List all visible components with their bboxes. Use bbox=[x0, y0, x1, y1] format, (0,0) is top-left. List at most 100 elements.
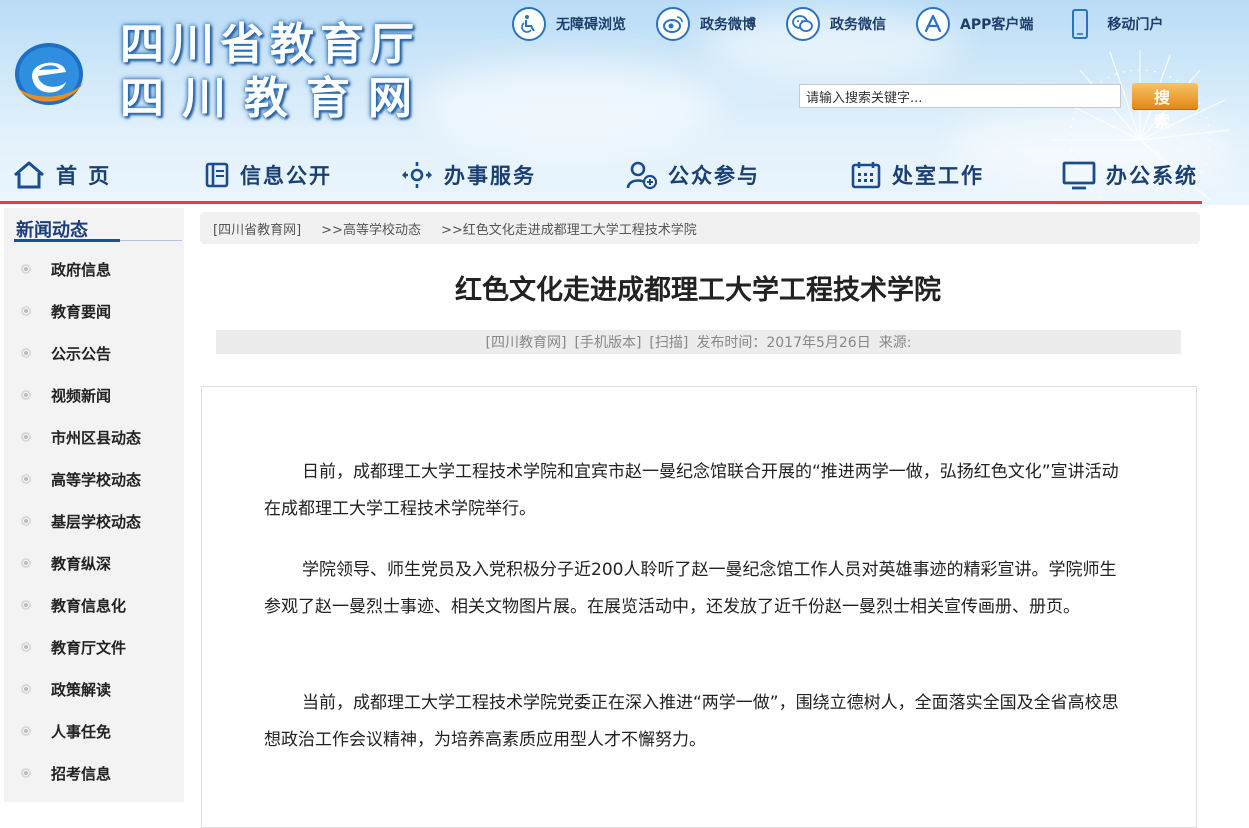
app-client-link[interactable]: APP客户端 bbox=[916, 7, 1033, 41]
breadcrumb-category[interactable]: >>高等学校动态 bbox=[321, 219, 421, 238]
breadcrumb-home[interactable]: [四川省教育网] bbox=[213, 219, 301, 238]
mobile-portal-link[interactable]: 移动门户 bbox=[1063, 7, 1163, 41]
app-client-label: APP客户端 bbox=[960, 17, 1034, 33]
article-paragraph: 当前，成都理工大学工程技术学院党委正在深入推进“两学一做”，围绕立德树人，全面落… bbox=[264, 693, 1119, 750]
sidebar-item-announcements[interactable]: 公示公告 bbox=[4, 332, 184, 374]
nav-office-system-label: 办公系统 bbox=[1106, 164, 1198, 188]
calendar-icon bbox=[851, 162, 881, 189]
bullet-icon bbox=[21, 264, 31, 274]
sidebar: 新闻动态 政府信息 教育要闻 公示公告 视频新闻 市州区县动态 高等学校动态 基… bbox=[4, 208, 184, 802]
sidebar-item-education-news[interactable]: 教育要闻 bbox=[4, 290, 184, 332]
nav-home-label: 首 页 bbox=[56, 164, 112, 188]
nav-department-work[interactable]: 处室工作 bbox=[850, 150, 984, 200]
bullet-icon bbox=[21, 516, 31, 526]
wechat-icon bbox=[786, 7, 820, 41]
sidebar-item-video-news[interactable]: 视频新闻 bbox=[4, 374, 184, 416]
bullet-icon bbox=[21, 684, 31, 694]
sidebar-item-exam-info[interactable]: 招考信息 bbox=[4, 752, 184, 794]
service-icon bbox=[402, 162, 432, 188]
site-header: 四川省教育厅 四川教育网 无障碍浏览 政务微博 政务微信 APP客户端 移动门户… bbox=[0, 0, 1249, 205]
article-title: 红色文化走进成都理工大学工程技术学院 bbox=[455, 275, 941, 306]
article-paragraph: 日前，成都理工大学工程技术学院和宜宾市赵一曼纪念馆联合开展的“推进两学一做，弘扬… bbox=[264, 462, 1119, 519]
nav-public-participation-label: 公众参与 bbox=[668, 164, 760, 188]
search-button[interactable]: 搜 索 bbox=[1132, 83, 1198, 131]
wechat-label: 政务微信 bbox=[830, 17, 886, 33]
sidebar-item-label: 教育信息化 bbox=[51, 596, 127, 615]
meta-source: 来源: bbox=[878, 335, 912, 351]
cloud-decoration bbox=[420, 60, 720, 150]
sidebar-item-department-documents[interactable]: 教育厅文件 bbox=[4, 626, 184, 668]
sidebar-item-government-info[interactable]: 政府信息 bbox=[4, 248, 184, 290]
weibo-icon bbox=[656, 7, 690, 41]
sidebar-item-label: 基层学校动态 bbox=[51, 512, 142, 531]
sidebar-heading-rule bbox=[120, 240, 182, 241]
search-input[interactable] bbox=[799, 84, 1121, 108]
sidebar-item-label: 政策解读 bbox=[51, 680, 112, 699]
weibo-label: 政务微博 bbox=[700, 17, 756, 33]
sidebar-item-school-news[interactable]: 基层学校动态 bbox=[4, 500, 184, 542]
accessibility-icon bbox=[512, 7, 546, 41]
top-links: 无障碍浏览 政务微博 政务微信 APP客户端 移动门户 bbox=[512, 6, 1193, 42]
site-title-line1: 四川省教育厅 bbox=[120, 19, 420, 70]
nav-services[interactable]: 办事服务 bbox=[400, 150, 536, 200]
user-add-icon bbox=[626, 161, 658, 190]
meta-site-link[interactable]: [四川教育网] bbox=[486, 332, 567, 352]
meta-scan-link[interactable]: [扫描] bbox=[649, 332, 688, 352]
nav-public-participation[interactable]: 公众参与 bbox=[626, 150, 760, 200]
sidebar-item-label: 人事任免 bbox=[51, 722, 112, 741]
nav-home[interactable]: 首 页 bbox=[12, 150, 111, 200]
bullet-icon bbox=[21, 348, 31, 358]
nav-department-work-label: 处室工作 bbox=[892, 164, 984, 188]
accessibility-label: 无障碍浏览 bbox=[556, 17, 626, 33]
accessibility-link[interactable]: 无障碍浏览 bbox=[512, 7, 626, 41]
sidebar-item-label: 教育纵深 bbox=[51, 554, 112, 573]
bullet-icon bbox=[21, 768, 31, 778]
sidebar-item-label: 招考信息 bbox=[51, 764, 112, 783]
mobile-phone-icon bbox=[1063, 7, 1097, 41]
bullet-icon bbox=[21, 726, 31, 736]
app-store-icon bbox=[916, 7, 950, 41]
sidebar-item-personnel[interactable]: 人事任免 bbox=[4, 710, 184, 752]
sidebar-item-label: 教育厅文件 bbox=[51, 638, 127, 657]
nav-office-system[interactable]: 办公系统 bbox=[1062, 150, 1198, 200]
sidebar-item-education-depth[interactable]: 教育纵深 bbox=[4, 542, 184, 584]
wechat-link[interactable]: 政务微信 bbox=[786, 7, 886, 41]
sidebar-item-university-news[interactable]: 高等学校动态 bbox=[4, 458, 184, 500]
site-logo-icon[interactable] bbox=[12, 38, 86, 108]
bullet-icon bbox=[21, 390, 31, 400]
book-icon bbox=[205, 162, 229, 188]
bullet-icon bbox=[21, 306, 31, 316]
sidebar-item-policy-interpretation[interactable]: 政策解读 bbox=[4, 668, 184, 710]
home-icon bbox=[14, 161, 44, 189]
bullet-icon bbox=[21, 600, 31, 610]
sidebar-item-label: 市州区县动态 bbox=[51, 428, 142, 447]
sidebar-item-label: 高等学校动态 bbox=[51, 470, 142, 489]
main-nav: 首 页 信息公开 办事服务 公众参与 处室工作 办公系统 bbox=[0, 150, 1249, 200]
article-body: 日前，成都理工大学工程技术学院和宜宾市赵一曼纪念馆联合开展的“推进两学一做，弘扬… bbox=[201, 386, 1197, 828]
sidebar-item-label: 视频新闻 bbox=[51, 386, 112, 405]
mobile-portal-label: 移动门户 bbox=[1107, 17, 1164, 33]
sidebar-item-label: 政府信息 bbox=[51, 260, 112, 279]
meta-mobile-version-link[interactable]: [手机版本] bbox=[574, 332, 641, 352]
sidebar-item-label: 教育要闻 bbox=[51, 302, 112, 321]
bullet-icon bbox=[21, 558, 31, 568]
breadcrumb: [四川省教育网] >>高等学校动态 >>红色文化走进成都理工大学工程技术学院 bbox=[200, 212, 1200, 244]
nav-divider bbox=[0, 201, 1202, 204]
breadcrumb-current[interactable]: >>红色文化走进成都理工大学工程技术学院 bbox=[441, 219, 697, 238]
bullet-icon bbox=[21, 474, 31, 484]
sidebar-item-label: 公示公告 bbox=[51, 344, 112, 363]
sidebar-list: 政府信息 教育要闻 公示公告 视频新闻 市州区县动态 高等学校动态 基层学校动态… bbox=[4, 248, 184, 794]
site-title-line2: 四川教育网 bbox=[120, 73, 430, 124]
meta-publish-date: 发布时间：2017年5月26日 bbox=[696, 335, 871, 351]
article-meta: [四川教育网] [手机版本] [扫描] 发布时间：2017年5月26日 来源: bbox=[216, 330, 1181, 354]
weibo-link[interactable]: 政务微博 bbox=[656, 7, 756, 41]
monitor-icon bbox=[1062, 161, 1096, 190]
article-paragraph: 学院领导、师生党员及入党积极分子近200人聆听了赵一曼纪念馆工作人员对英雄事迹的… bbox=[264, 560, 1117, 617]
sidebar-heading-underline bbox=[14, 239, 120, 242]
sidebar-item-education-it[interactable]: 教育信息化 bbox=[4, 584, 184, 626]
bullet-icon bbox=[21, 432, 31, 442]
nav-services-label: 办事服务 bbox=[444, 164, 536, 188]
nav-info-disclosure[interactable]: 信息公开 bbox=[204, 150, 332, 200]
sidebar-item-city-county-news[interactable]: 市州区县动态 bbox=[4, 416, 184, 458]
site-title: 四川省教育厅 四川教育网 bbox=[120, 18, 430, 126]
